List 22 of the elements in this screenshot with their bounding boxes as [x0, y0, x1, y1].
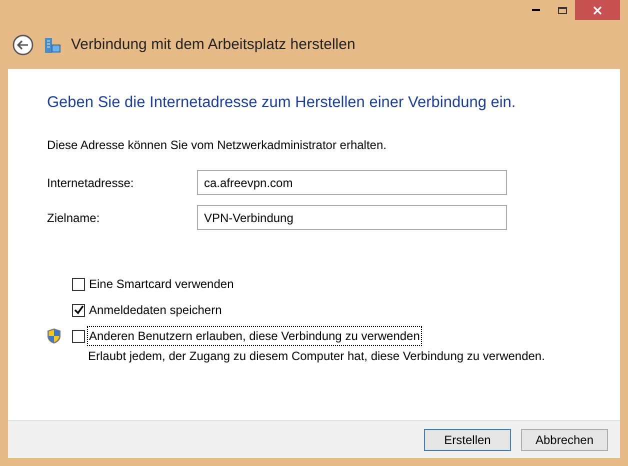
input-field[interactable]: VPN-Verbindung — [197, 205, 507, 230]
checkmark-icon — [74, 305, 84, 316]
checkbox[interactable] — [72, 304, 85, 317]
dialog-button[interactable]: Abbrechen — [521, 428, 608, 450]
option-note: Erlaubt jedem, der Zugang zu diesem Computer hat, diese Verbindung zu verwenden. — [88, 348, 546, 366]
checkbox-label[interactable]: Anmeldedaten speichern — [88, 301, 223, 320]
input-field[interactable]: ca.afreevpn.com — [197, 170, 507, 196]
description: Diese Adresse können Sie vom Netzwerkadministrator erhalten. — [47, 137, 388, 154]
heading: Geben Sie die Internetadresse zum Herstellen einer Verbindung ein. — [47, 93, 517, 113]
field-label: Zielname: — [47, 210, 101, 227]
checkbox[interactable] — [72, 330, 85, 343]
dialog-button[interactable]: Erstellen — [424, 428, 511, 450]
field-label: Internetadresse: — [47, 174, 135, 192]
network-icon — [44, 36, 61, 54]
close-icon — [593, 6, 602, 14]
back-icon[interactable] — [12, 34, 34, 56]
shield-icon — [47, 328, 61, 344]
checkbox-label[interactable]: Anderen Benutzern erlauben, diese Verbindung zu verwenden — [88, 327, 421, 346]
checkbox-label[interactable]: Eine Smartcard verwenden — [88, 275, 235, 294]
window-title: Verbindung mit dem Arbeitsplatz herstellen — [71, 34, 356, 55]
checkbox[interactable] — [72, 278, 85, 291]
close-button[interactable] — [575, 0, 620, 20]
